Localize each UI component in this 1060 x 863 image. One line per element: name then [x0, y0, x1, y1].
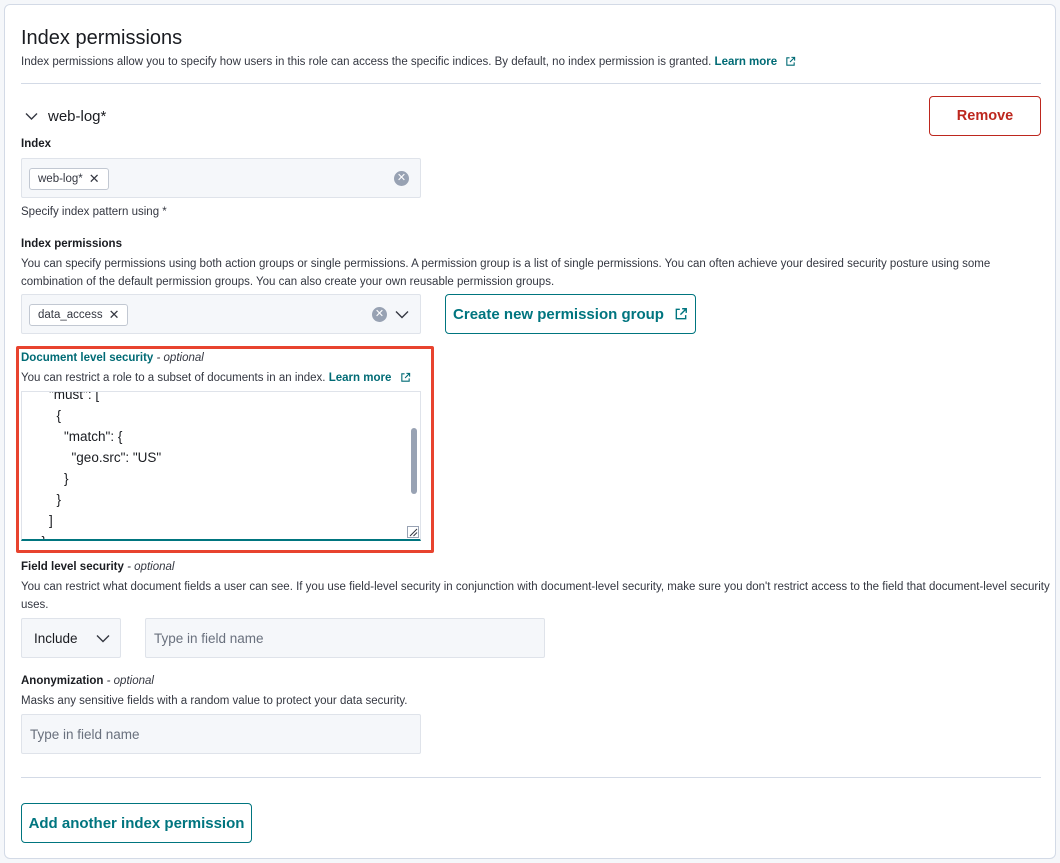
index-label: Index [21, 138, 52, 150]
divider [21, 777, 1041, 778]
header-description-text: Index permissions allow you to specify h… [21, 56, 712, 68]
index-permissions-label: Index permissions [21, 238, 122, 250]
create-permission-group-button[interactable]: Create new permission group [445, 294, 696, 334]
fls-mode-select[interactable]: Include [21, 618, 121, 658]
clear-icon[interactable]: ✕ [394, 171, 409, 186]
highlight-box [16, 346, 434, 553]
accordion-toggle[interactable]: web-log* [25, 105, 145, 127]
external-link-icon [786, 57, 796, 67]
permission-chip: data_access ✕ [29, 304, 129, 326]
fls-label: Field level security - optional [21, 561, 174, 573]
chevron-down-icon[interactable] [395, 310, 409, 319]
page-title: Index permissions [21, 27, 183, 49]
fls-placeholder: Type in field name [154, 630, 264, 646]
index-permissions-description: You can specify permissions using both a… [21, 258, 991, 288]
index-chip-label: web-log* [38, 173, 83, 185]
chevron-down-icon [96, 634, 110, 642]
remove-button[interactable]: Remove [929, 96, 1041, 136]
index-help-text: Specify index pattern using * [21, 206, 167, 218]
index-permissions-panel: Index permissions Index permissions allo… [4, 4, 1056, 859]
anonymization-label-text: Anonymization [21, 675, 104, 687]
add-index-permission-button[interactable]: Add another index permission [21, 803, 252, 843]
clear-icon[interactable]: ✕ [372, 307, 387, 322]
fls-description: You can restrict what document fields a … [21, 581, 1050, 611]
chevron-down-icon [25, 112, 38, 120]
anonymization-optional: - optional [106, 675, 154, 687]
fls-mode-value: Include [34, 630, 78, 646]
index-combobox[interactable]: web-log* ✕ ✕ [21, 158, 421, 198]
permission-chip-label: data_access [38, 309, 103, 321]
index-chip: web-log* ✕ [29, 168, 109, 190]
accordion-title: web-log* [48, 107, 107, 125]
header-description: Index permissions allow you to specify h… [21, 53, 1041, 71]
anonymization-label: Anonymization - optional [21, 675, 154, 687]
permissions-combobox[interactable]: data_access ✕ ✕ [21, 294, 421, 334]
anonymization-placeholder: Type in field name [30, 726, 140, 742]
create-permission-group-label: Create new permission group [453, 305, 664, 323]
anonymization-description: Masks any sensitive fields with a random… [21, 695, 408, 707]
fls-field-input[interactable]: Type in field name [145, 618, 545, 658]
external-link-icon [675, 308, 687, 320]
chip-remove-icon[interactable]: ✕ [89, 171, 100, 187]
anonymization-field-input[interactable]: Type in field name [21, 714, 421, 754]
chip-remove-icon[interactable]: ✕ [109, 307, 120, 323]
divider [21, 83, 1041, 84]
fls-label-text: Field level security [21, 561, 124, 573]
learn-more-link[interactable]: Learn more [715, 56, 778, 68]
fls-optional: - optional [127, 561, 175, 573]
